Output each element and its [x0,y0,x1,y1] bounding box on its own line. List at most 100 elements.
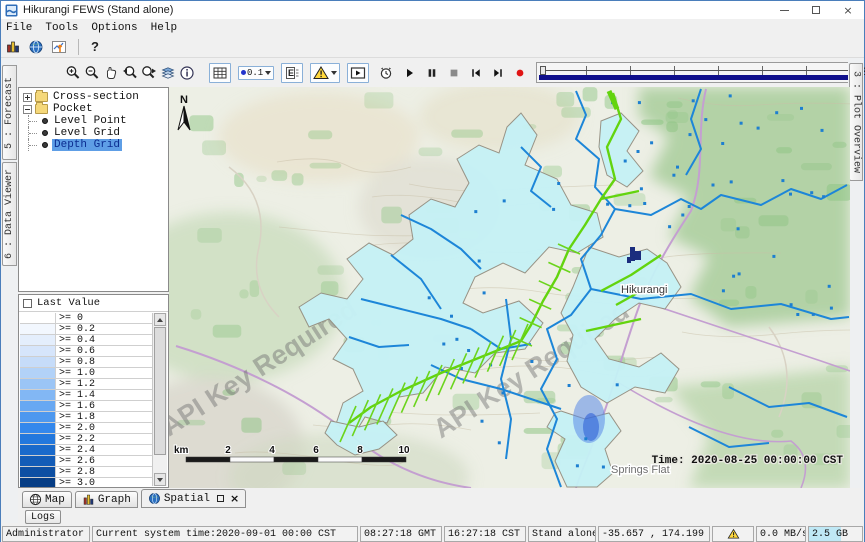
legend-swatch [20,456,56,466]
legend-row[interactable]: >= 1.0 [20,368,152,379]
menu-tools[interactable]: Tools [45,21,85,35]
zoom-out-icon[interactable] [84,65,100,81]
legend-label: >= 2.2 [56,434,98,444]
legend-row[interactable]: >= 0.4 [20,335,152,346]
legend-row[interactable]: >= 0.8 [20,357,152,368]
legend-row[interactable]: >= 1.4 [20,390,152,401]
legend-swatch [20,368,56,378]
pause-button[interactable] [426,67,438,79]
status-warning[interactable] [712,526,754,542]
tree-item-label: Level Point [52,115,129,127]
menu-options[interactable]: Options [91,21,144,35]
legend-row[interactable]: >= 2.0 [20,423,152,434]
node-bullet-icon [42,142,48,148]
arrow-down-icon [157,478,163,482]
legend-label: >= 0 [56,313,86,323]
classbreaks-dropdown[interactable]: 0.1 [238,66,274,80]
node-bullet-icon [42,130,48,136]
last-value-checkbox[interactable] [23,299,32,308]
zoom-previous-icon[interactable] [122,65,138,81]
logs-button[interactable]: Logs [25,510,61,524]
stop-button[interactable] [448,67,460,79]
show-grid-button[interactable] [209,63,231,83]
legend-swatch [20,412,56,422]
show-labels-button[interactable]: E [281,63,303,83]
legend-row[interactable]: >= 0.6 [20,346,152,357]
side-panel: Cross-sectionPocketLevel PointLevel Grid… [18,87,169,488]
scroll-down-button[interactable] [154,473,166,486]
legend-swatch [20,335,56,345]
legend-swatch [20,390,56,400]
tab-map[interactable]: Map [22,491,72,508]
tree-connector [28,127,42,139]
legend-label: >= 1.2 [56,379,98,389]
memory-gauge-label: 2.5 GB [812,529,848,540]
legend-row[interactable]: >= 3.0 [20,478,152,488]
tab-graph[interactable]: Graph [75,491,138,508]
legend-row[interactable]: >= 0 [20,313,152,324]
legend-row[interactable]: >= 1.6 [20,401,152,412]
animation-settings-icon[interactable] [378,65,394,81]
step-back-button[interactable] [470,67,482,79]
tab-graph-label: Graph [98,494,131,506]
close-button[interactable]: × [832,1,864,19]
right-tab-strip: 3 : Plot Overview [848,58,864,488]
scroll-up-button[interactable] [154,313,166,326]
thresholds-dropdown[interactable] [310,63,340,83]
menu-file[interactable]: File [6,21,39,35]
pan-hand-icon[interactable] [103,65,119,81]
step-forward-button[interactable] [492,67,504,79]
timeseries-dialog-icon[interactable] [51,39,67,55]
zoom-in-icon[interactable] [65,65,81,81]
tab-plot-overview[interactable]: 3 : Plot Overview [849,63,863,181]
tab-forecast[interactable]: 5 : Forecast [2,65,17,160]
tab-maximize-icon[interactable] [217,495,224,502]
maximize-button[interactable] [800,1,832,19]
last-value-label: Last Value [37,297,100,309]
maximize-icon [812,6,820,14]
time-slider[interactable] [536,62,854,83]
expand-icon[interactable] [23,93,32,102]
legend-row[interactable]: >= 1.2 [20,379,152,390]
legend-scrollbar[interactable] [152,313,167,486]
animation-dialog-button[interactable] [347,63,369,83]
legend-swatch [20,313,56,323]
tree-item-label: Cross-section [51,91,141,103]
tree-connector [28,139,42,151]
zoom-next-icon[interactable] [141,65,157,81]
tree-item-pocket[interactable]: Pocket [19,103,168,115]
map-time-label: Time: 2020-08-25 00:00:00 CST [652,455,844,467]
arrow-up-icon [157,318,163,322]
tree-item-depth-grid[interactable]: Depth Grid [19,139,168,151]
globe-map-icon[interactable] [28,39,44,55]
record-button[interactable] [514,67,526,79]
scroll-thumb[interactable] [154,327,166,455]
collapse-icon[interactable] [23,105,32,114]
explorer-bars-icon[interactable] [5,39,21,55]
legend-row[interactable]: >= 0.2 [20,324,152,335]
play-button[interactable] [404,67,416,79]
legend-row[interactable]: >= 1.8 [20,412,152,423]
depth-patch [573,395,605,443]
map-view[interactable]: API Key Required API Key Required [169,87,850,488]
menu-bar: File Tools Options Help [1,19,864,36]
legend-row[interactable]: >= 2.4 [20,445,152,456]
app-logo-icon [5,4,18,17]
town-label: Hikurangi [621,284,667,296]
tab-data-viewer[interactable]: 6 : Data Viewer [2,162,17,266]
info-icon[interactable] [179,65,195,81]
legend-swatch [20,434,56,444]
tab-close-icon[interactable]: × [230,492,239,505]
tree-item-level-grid[interactable]: Level Grid [19,127,168,139]
legend-swatch [20,379,56,389]
layers-icon[interactable] [160,65,176,81]
help-button[interactable]: ? [87,39,103,54]
tree-item-level-point[interactable]: Level Point [19,115,168,127]
tab-spatial[interactable]: Spatial × [141,489,246,508]
menu-help[interactable]: Help [151,21,184,35]
minimize-button[interactable] [768,1,800,19]
legend-row[interactable]: >= 2.8 [20,467,152,478]
time-slider-handle[interactable] [540,66,546,75]
legend-row[interactable]: >= 2.2 [20,434,152,445]
legend-row[interactable]: >= 2.6 [20,456,152,467]
